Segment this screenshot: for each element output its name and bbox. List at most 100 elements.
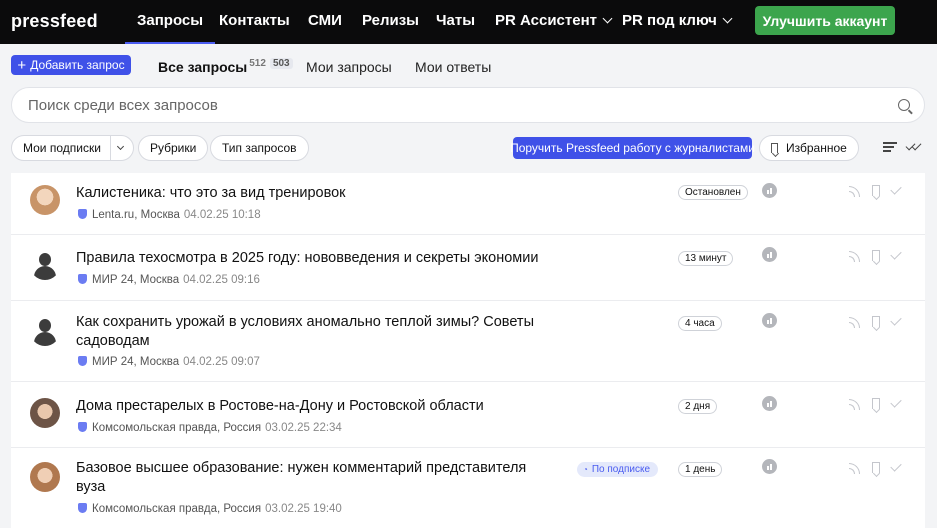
- avatar: [30, 462, 60, 492]
- top-navbar: pressfeed Запросы Контакты СМИ Релизы Ча…: [0, 0, 937, 44]
- request-meta: Комсомольская правда, Россия 03.02.25 19:…: [78, 502, 342, 515]
- request-source: Lenta.ru, Москва: [92, 209, 180, 221]
- bookmark-icon[interactable]: [872, 398, 880, 409]
- bookmark-icon[interactable]: [872, 250, 880, 261]
- nav-item-media[interactable]: СМИ: [308, 12, 342, 29]
- verified-shield-icon: [78, 422, 87, 432]
- requests-list: Калистеника: что это за вид тренировок L…: [11, 173, 925, 528]
- add-request-label: Добавить запрос: [30, 58, 125, 72]
- tab-all-requests-label: Все запросы: [158, 59, 248, 75]
- chevron-down-icon[interactable]: [116, 142, 124, 150]
- subscription-tag: ◔ По подписке: [577, 462, 659, 477]
- nav-item-pr-assistant-label: PR Ассистент: [495, 12, 597, 29]
- tab-my-answers[interactable]: Мои ответы: [415, 59, 491, 75]
- list-view-icon[interactable]: [883, 142, 897, 152]
- check-icon[interactable]: [890, 248, 902, 260]
- mark-all-read-icon[interactable]: [905, 140, 924, 153]
- status-badge: 13 минут: [678, 251, 734, 266]
- verified-shield-icon: [78, 209, 87, 219]
- avatar: [30, 185, 60, 215]
- bookmark-icon[interactable]: [872, 316, 880, 327]
- upgrade-account-button[interactable]: Улучшить аккаунт: [755, 6, 895, 35]
- nav-item-releases[interactable]: Релизы: [362, 12, 419, 29]
- request-row[interactable]: Правила техосмотра в 2025 году: нововвед…: [11, 235, 925, 301]
- bookmark-icon[interactable]: [872, 462, 880, 473]
- subscription-tag-label: По подписке: [591, 464, 651, 475]
- rss-icon: ◔: [583, 465, 588, 474]
- chevron-down-icon: [602, 13, 613, 24]
- request-row[interactable]: Как сохранить урожай в условиях аномальн…: [11, 301, 925, 382]
- request-source: МИР 24, Москва: [92, 274, 180, 286]
- add-request-button[interactable]: + Добавить запрос: [11, 55, 131, 75]
- stats-icon[interactable]: [762, 247, 777, 262]
- request-title[interactable]: Дома престарелых в Ростове-на-Дону и Рос…: [76, 397, 566, 416]
- request-date: 03.02.25 19:40: [265, 503, 342, 515]
- check-icon[interactable]: [890, 396, 902, 408]
- request-date: 04.02.25 09:16: [183, 274, 260, 286]
- request-title[interactable]: Правила техосмотра в 2025 году: нововвед…: [76, 249, 566, 268]
- tab-my-requests[interactable]: Мои запросы: [306, 59, 392, 75]
- request-row[interactable]: Дома престарелых в Ростове-на-Дону и Рос…: [11, 382, 925, 448]
- search-input[interactable]: [28, 88, 888, 122]
- request-meta: Комсомольская правда, Россия 03.02.25 22:…: [78, 421, 342, 434]
- my-subscriptions-filter[interactable]: Мои подписки: [11, 135, 134, 161]
- favorites-label: Избранное: [786, 141, 847, 155]
- status-badge: 4 часа: [678, 316, 722, 331]
- nav-item-requests[interactable]: Запросы: [124, 12, 216, 44]
- logo[interactable]: pressfeed: [11, 11, 98, 32]
- request-meta: МИР 24, Москва 04.02.25 09:07: [78, 355, 260, 368]
- divider: [109, 136, 111, 160]
- delegate-to-pressfeed-button[interactable]: Поручить Pressfeed работу с журналистами: [510, 137, 755, 159]
- check-icon[interactable]: [890, 314, 902, 326]
- bookmark-icon[interactable]: [872, 185, 880, 196]
- requests-count: 512: [249, 58, 266, 69]
- stats-icon[interactable]: [762, 396, 777, 411]
- chevron-down-icon: [722, 13, 733, 24]
- status-badge: 2 дня: [678, 399, 718, 414]
- requests-badge: 503: [269, 58, 293, 69]
- my-subscriptions-label: Мои подписки: [23, 141, 101, 155]
- nav-item-contacts[interactable]: Контакты: [219, 12, 290, 29]
- verified-shield-icon: [78, 274, 87, 284]
- request-source: Комсомольская правда, Россия: [92, 503, 262, 515]
- rss-icon[interactable]: [849, 399, 860, 410]
- request-title[interactable]: Как сохранить урожай в условиях аномальн…: [76, 313, 546, 351]
- status-badge: 1 день: [678, 462, 723, 477]
- request-date: 04.02.25 09:07: [183, 356, 260, 368]
- nav-item-pr-turnkey-label: PR под ключ: [622, 12, 717, 29]
- rss-icon[interactable]: [849, 317, 860, 328]
- avatar: [30, 398, 60, 428]
- request-type-filter[interactable]: Тип запросов: [210, 135, 309, 161]
- check-icon[interactable]: [890, 183, 902, 195]
- search-icon[interactable]: [898, 99, 910, 111]
- rss-icon[interactable]: [849, 186, 860, 197]
- nav-item-pr-turnkey[interactable]: PR под ключ: [622, 12, 733, 29]
- search-bar: [11, 87, 925, 123]
- request-title[interactable]: Калистеника: что это за вид тренировок: [76, 184, 566, 203]
- status-badge: Остановлен: [678, 185, 748, 200]
- verified-shield-icon: [78, 503, 87, 513]
- request-title[interactable]: Базовое высшее образование: нужен коммен…: [76, 459, 546, 497]
- nav-item-pr-assistant[interactable]: PR Ассистент: [495, 12, 613, 29]
- request-date: 04.02.25 10:18: [183, 209, 261, 221]
- rss-icon[interactable]: [849, 463, 860, 474]
- request-meta: МИР 24, Москва 04.02.25 09:16: [78, 273, 260, 286]
- check-icon[interactable]: [890, 460, 902, 472]
- plus-icon: +: [17, 56, 27, 74]
- request-meta: Lenta.ru, Москва 04.02.25 10:18: [78, 208, 261, 221]
- stats-icon[interactable]: [762, 183, 777, 198]
- request-row[interactable]: Калистеника: что это за вид тренировок L…: [11, 173, 925, 235]
- rss-icon[interactable]: [849, 251, 860, 262]
- bookmark-icon: [771, 143, 778, 153]
- stats-icon[interactable]: [762, 459, 777, 474]
- request-date: 03.02.25 22:34: [265, 422, 342, 434]
- request-row[interactable]: Базовое высшее образование: нужен коммен…: [11, 448, 925, 528]
- favorites-filter[interactable]: Избранное: [759, 135, 859, 161]
- avatar: [30, 316, 60, 346]
- rubrics-filter[interactable]: Рубрики: [138, 135, 209, 161]
- verified-shield-icon: [78, 356, 87, 366]
- avatar: [30, 250, 60, 280]
- nav-item-chats[interactable]: Чаты: [436, 12, 475, 29]
- tab-all-requests[interactable]: Все запросы 512 503: [158, 58, 293, 75]
- stats-icon[interactable]: [762, 313, 777, 328]
